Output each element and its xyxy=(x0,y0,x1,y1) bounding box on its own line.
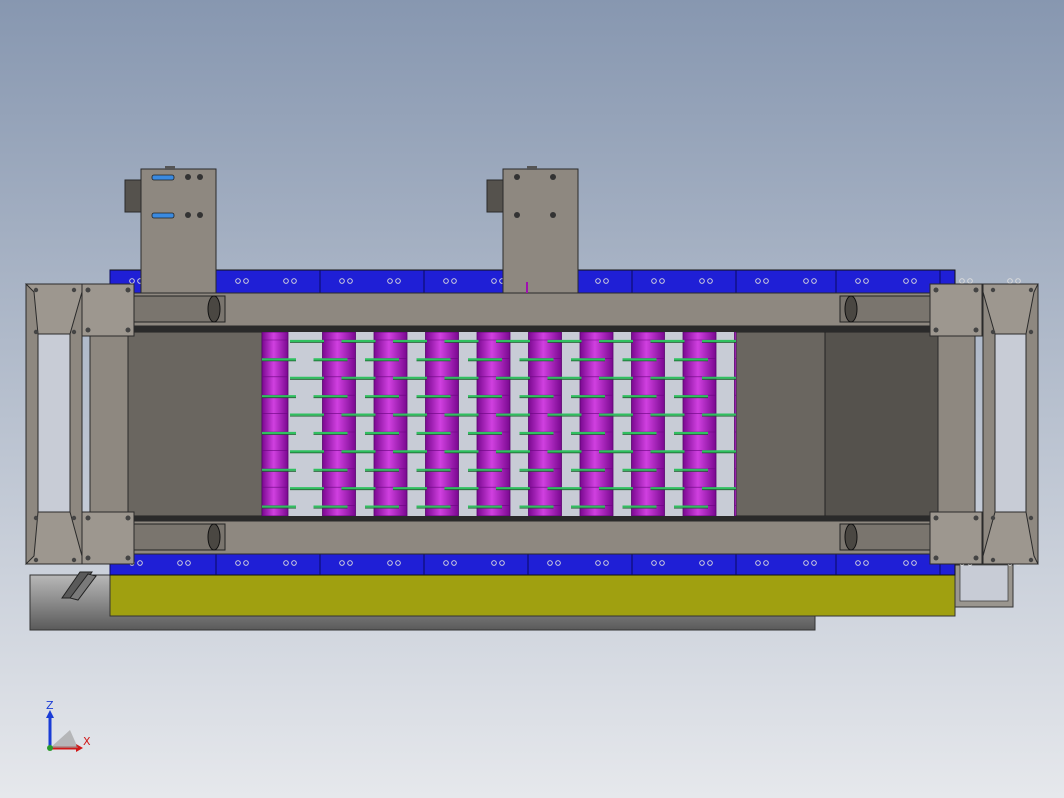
lower-right-pulley xyxy=(839,523,936,551)
gusset-plate-3 xyxy=(81,511,135,565)
right-dark-panel-outer xyxy=(824,331,939,517)
x-axis-label: X xyxy=(83,735,91,748)
yellow-base-plate xyxy=(109,572,956,617)
cad-viewport[interactable]: Z X xyxy=(0,0,1064,798)
upper-left-pulley xyxy=(129,295,226,323)
lower-left-pulley xyxy=(129,523,226,551)
z-axis-label: Z xyxy=(46,699,54,712)
lower-blue-belt xyxy=(109,552,956,576)
gusset-plate-1 xyxy=(81,283,135,337)
upper-right-pulley xyxy=(839,295,936,323)
gusset-plate-2 xyxy=(929,283,983,337)
gusset-plate-4 xyxy=(929,511,983,565)
left-dark-panel xyxy=(124,331,263,517)
right-dark-panel-inner xyxy=(735,331,826,517)
cad-model-scene[interactable] xyxy=(0,0,1064,798)
